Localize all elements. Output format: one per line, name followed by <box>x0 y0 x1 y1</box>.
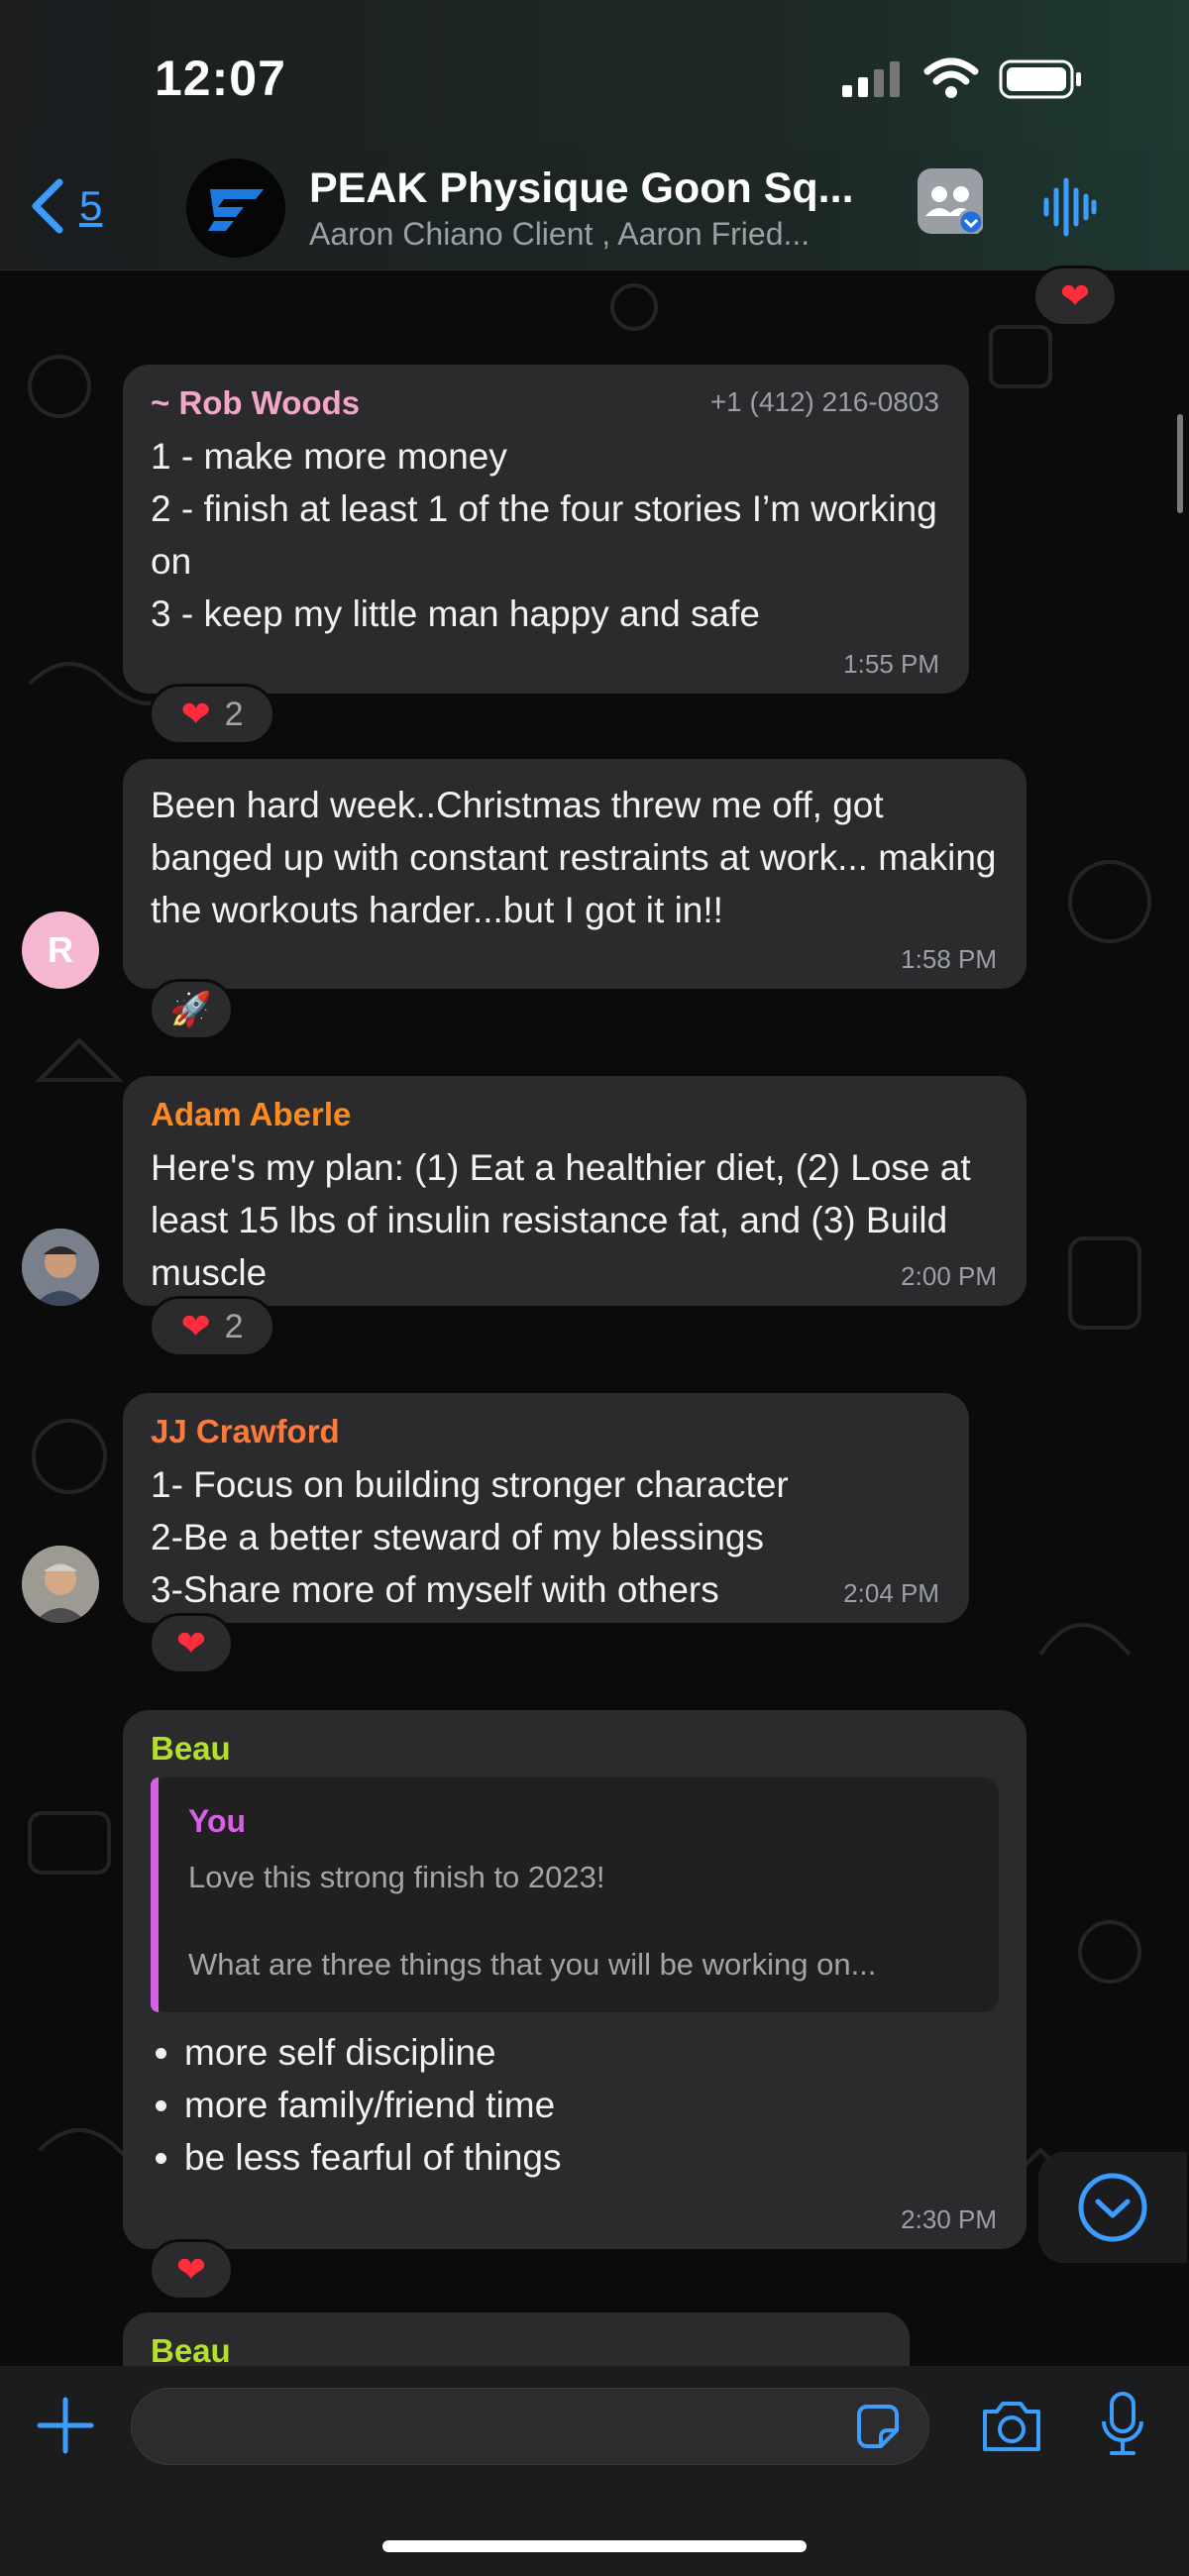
chevron-down-icon <box>1078 2173 1147 2242</box>
waveform-icon[interactable] <box>1042 176 1098 238</box>
quote-author: You <box>188 1803 247 1839</box>
message-time: 2:04 PM <box>843 1578 939 1608</box>
message-bubble[interactable]: Beau You Love this strong finish to 2023… <box>123 1710 1027 2249</box>
status-bar: 12:07 <box>0 0 1189 159</box>
back-button[interactable]: 5 <box>30 178 102 234</box>
reaction-count: 2 <box>224 1307 244 1345</box>
message-line: 3-Share more of myself with others <box>151 1569 719 1610</box>
scroll-to-bottom-button[interactable] <box>1038 2152 1187 2263</box>
list-item: more self discipline <box>184 2026 999 2079</box>
list-item: more family/friend time <box>184 2079 999 2131</box>
group-logo-icon <box>208 189 264 231</box>
avatar[interactable] <box>22 1229 99 1306</box>
avatar-letter: R <box>48 929 73 970</box>
message-time: 1:55 PM <box>843 649 939 679</box>
group-title[interactable]: PEAK Physique Goon Sq... <box>309 164 854 213</box>
sender-name[interactable]: Adam Aberle <box>151 1096 999 1133</box>
sender-phone: +1 (412) 216-0803 <box>709 386 939 417</box>
chevron-left-icon <box>32 178 63 234</box>
heart-icon: ❤ <box>175 1623 207 1664</box>
reaction-badge[interactable]: 🚀 <box>149 979 234 1040</box>
list-item: be less fearful of things <box>184 2131 999 2184</box>
person-photo-icon <box>22 1546 99 1623</box>
avatar[interactable]: R <box>22 912 99 989</box>
message-time: 2:30 PM <box>901 2204 997 2234</box>
microphone-icon[interactable] <box>1096 2390 1149 2459</box>
heart-icon: ❤ <box>1059 275 1091 316</box>
reaction-count: 2 <box>224 695 244 733</box>
quote-bar <box>151 1777 159 2012</box>
message-line: 1- Focus on building stronger character <box>151 1464 789 1505</box>
heart-icon: ❤ <box>180 694 211 734</box>
sender-name[interactable]: Beau <box>151 1730 999 1768</box>
sticker-icon[interactable] <box>851 2401 905 2454</box>
message-line: 3 - keep my little man happy and safe <box>151 593 760 634</box>
unread-count: 5 <box>79 182 103 229</box>
wifi-icon <box>923 57 979 98</box>
message-input[interactable] <box>131 2388 929 2465</box>
message-time: 1:58 PM <box>901 944 997 974</box>
message-line: 2-Be a better steward of my blessings <box>151 1517 765 1557</box>
community-button[interactable] <box>918 168 985 236</box>
plus-icon[interactable] <box>36 2396 95 2455</box>
quoted-message[interactable]: You Love this strong finish to 2023! Wha… <box>151 1777 999 2012</box>
camera-icon[interactable] <box>979 2396 1044 2455</box>
sender-name[interactable]: Beau <box>151 2332 882 2370</box>
chat-header: 5 PEAK Physique Goon Sq... Aaron Chiano … <box>0 149 1189 270</box>
home-indicator[interactable] <box>382 2540 807 2552</box>
bullet-list: more self discipline more family/friend … <box>151 2026 999 2184</box>
message-line: 2 - finish at least 1 of the four storie… <box>151 488 937 582</box>
reaction-badge[interactable]: ❤ 2 <box>149 1296 275 1357</box>
battery-icon <box>999 59 1081 99</box>
message-bubble[interactable]: Adam Aberle Here's my plan: (1) Eat a he… <box>123 1076 1027 1306</box>
group-icon <box>925 186 985 236</box>
rocket-icon: 🚀 <box>169 991 213 1028</box>
heart-icon: ❤ <box>175 2249 207 2290</box>
quote-blank-line <box>188 1899 969 1943</box>
reaction-badge[interactable]: ❤ <box>149 2239 234 2301</box>
cellular-signal-icon <box>842 61 900 97</box>
composer-bar <box>0 2366 1189 2576</box>
message-bubble[interactable]: ~ Rob Woods +1 (412) 216-0803 1 - make m… <box>123 365 969 694</box>
avatar[interactable] <box>22 1546 99 1623</box>
group-members[interactable]: Aaron Chiano Client , Aaron Fried... <box>309 216 810 253</box>
message-line: 1 - make more money <box>151 436 507 477</box>
reaction-badge[interactable]: ❤ <box>149 1613 234 1674</box>
reaction-badge[interactable]: ❤ <box>1032 266 1118 327</box>
quote-text-line: Love this strong finish to 2023! <box>188 1860 605 1894</box>
group-avatar[interactable] <box>186 159 285 258</box>
scrollbar[interactable] <box>1177 414 1183 513</box>
status-time: 12:07 <box>155 51 286 106</box>
message-text: Been hard week..Christmas threw me off, … <box>151 785 997 930</box>
message-time: 2:00 PM <box>901 1261 997 1291</box>
message-text: Here's my plan: (1) Eat a healthier diet… <box>151 1147 971 1293</box>
quote-text-line: What are three things that you will be w… <box>188 1947 877 1982</box>
reaction-badge[interactable]: ❤ 2 <box>149 684 275 745</box>
message-bubble[interactable]: Been hard week..Christmas threw me off, … <box>123 759 1027 989</box>
person-photo-icon <box>22 1229 99 1306</box>
sender-name[interactable]: JJ Crawford <box>151 1413 941 1450</box>
message-bubble[interactable]: JJ Crawford 1- Focus on building stronge… <box>123 1393 969 1623</box>
heart-icon: ❤ <box>180 1306 211 1346</box>
